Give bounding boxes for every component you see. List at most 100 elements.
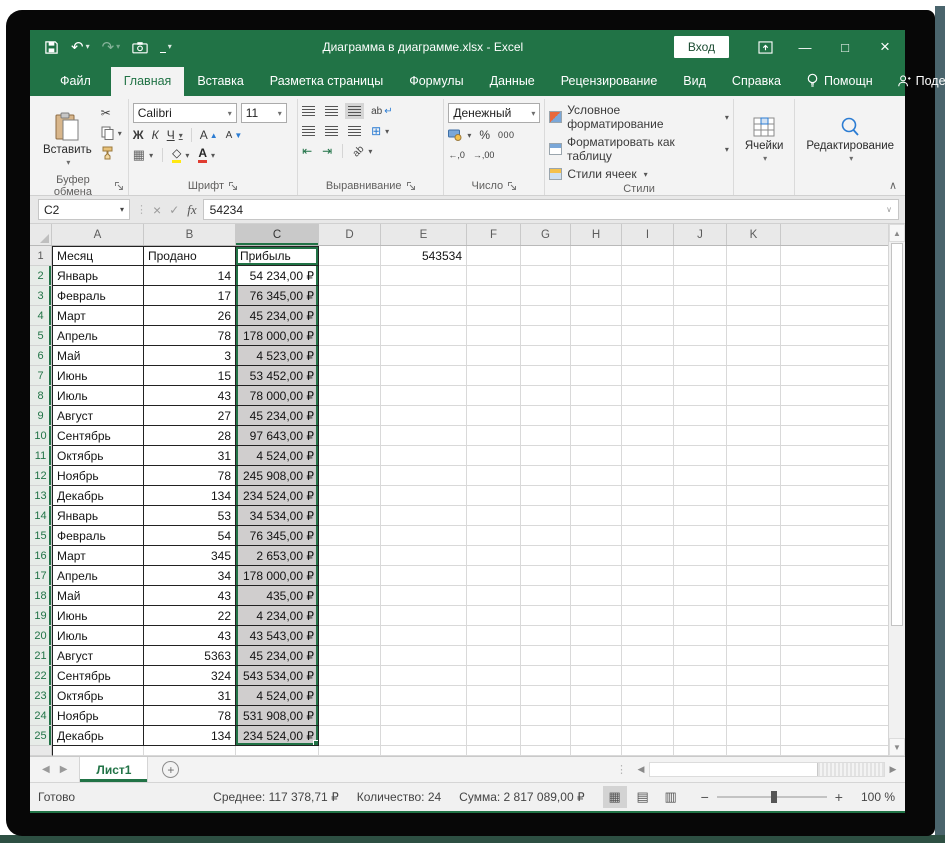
cell-D15[interactable] xyxy=(319,526,381,546)
cell-J3[interactable] xyxy=(674,286,727,306)
cell-E11[interactable] xyxy=(381,446,467,466)
merge-center-button[interactable]: ⊞ ▾ xyxy=(371,123,389,139)
cell-G24[interactable] xyxy=(521,706,571,726)
cell-F10[interactable] xyxy=(467,426,521,446)
row-header-12[interactable]: 12 xyxy=(30,466,52,486)
cell-styles-button[interactable]: Стили ячеек ▾ xyxy=(549,167,729,181)
cell-I1[interactable] xyxy=(622,246,674,266)
column-header-I[interactable]: I xyxy=(622,224,674,245)
cell-C7[interactable]: 53 452,00 ₽ xyxy=(236,366,319,386)
tab-Разметка страницы[interactable]: Разметка страницы xyxy=(257,67,396,96)
decrease-indent-button[interactable]: ⇤ xyxy=(302,143,312,159)
zoom-in-icon[interactable]: + xyxy=(835,789,843,805)
cell-C16[interactable]: 2 653,00 ₽ xyxy=(236,546,319,566)
cell-G11[interactable] xyxy=(521,446,571,466)
cell-A13[interactable]: Декабрь xyxy=(52,486,144,506)
cell-I22[interactable] xyxy=(622,666,674,686)
cell-K25[interactable] xyxy=(727,726,781,746)
cell-I25[interactable] xyxy=(622,726,674,746)
tab-Главная[interactable]: Главная xyxy=(110,67,185,96)
cell-E21[interactable] xyxy=(381,646,467,666)
cell-F20[interactable] xyxy=(467,626,521,646)
cell-A18[interactable]: Май xyxy=(52,586,144,606)
cell-G12[interactable] xyxy=(521,466,571,486)
tab-Рецензирование[interactable]: Рецензирование xyxy=(548,67,671,96)
cell-D14[interactable] xyxy=(319,506,381,526)
tab-Вставка[interactable]: Вставка xyxy=(184,67,256,96)
page-layout-view-icon[interactable]: ▤ xyxy=(631,786,655,808)
cell-A25[interactable]: Декабрь xyxy=(52,726,144,746)
cell-E5[interactable] xyxy=(381,326,467,346)
cell-H15[interactable] xyxy=(571,526,622,546)
row-header-4[interactable]: 4 xyxy=(30,306,52,326)
cell-A9[interactable]: Август xyxy=(52,406,144,426)
cell-B3[interactable]: 17 xyxy=(144,286,236,306)
cell-G20[interactable] xyxy=(521,626,571,646)
borders-button[interactable]: ▦ ▾ xyxy=(133,147,153,163)
cell-D21[interactable] xyxy=(319,646,381,666)
cell-H21[interactable] xyxy=(571,646,622,666)
column-header-H[interactable]: H xyxy=(571,224,622,245)
close-button[interactable]: × xyxy=(865,30,905,64)
cell-I10[interactable] xyxy=(622,426,674,446)
underline-dropdown-icon[interactable]: ▾ xyxy=(179,131,183,140)
cell-F18[interactable] xyxy=(467,586,521,606)
cell-K17[interactable] xyxy=(727,566,781,586)
redo-button[interactable]: ↷ ▾ xyxy=(102,40,121,55)
cell-K23[interactable] xyxy=(727,686,781,706)
number-format-combobox[interactable]: Денежный ▾ xyxy=(448,103,541,123)
cell-F13[interactable] xyxy=(467,486,521,506)
cell-J17[interactable] xyxy=(674,566,727,586)
cell-F24[interactable] xyxy=(467,706,521,726)
cell-E20[interactable] xyxy=(381,626,467,646)
cell-K6[interactable] xyxy=(727,346,781,366)
row-header-8[interactable]: 8 xyxy=(30,386,52,406)
cell-A2[interactable]: Январь xyxy=(52,266,144,286)
row-header-22[interactable]: 22 xyxy=(30,666,52,686)
increase-indent-button[interactable]: ⇥ xyxy=(322,143,332,159)
cell-H1[interactable] xyxy=(571,246,622,266)
row-header-6[interactable]: 6 xyxy=(30,346,52,366)
cell-K21[interactable] xyxy=(727,646,781,666)
row-header-partial[interactable] xyxy=(30,746,52,756)
tab-scroll-splitter[interactable]: ⋮ xyxy=(616,763,627,776)
prev-sheet-icon[interactable]: ◀ xyxy=(42,764,50,775)
next-sheet-icon[interactable]: ▶ xyxy=(60,764,68,775)
cell-H10[interactable] xyxy=(571,426,622,446)
cell-B14[interactable]: 53 xyxy=(144,506,236,526)
cell-E13[interactable] xyxy=(381,486,467,506)
cell-F4[interactable] xyxy=(467,306,521,326)
cell-I6[interactable] xyxy=(622,346,674,366)
sign-in-button[interactable]: Вход xyxy=(673,36,729,58)
cell-styles-dropdown-icon[interactable]: ▾ xyxy=(644,170,648,179)
horizontal-scrollbar[interactable]: ◀ ▶ xyxy=(633,757,901,782)
cell-E3[interactable] xyxy=(381,286,467,306)
cell-E17[interactable] xyxy=(381,566,467,586)
cell-J25[interactable] xyxy=(674,726,727,746)
row-header-25[interactable]: 25 xyxy=(30,726,52,746)
column-header-B[interactable]: B xyxy=(144,224,236,245)
undo-dropdown-icon[interactable]: ▾ xyxy=(86,43,90,51)
cell-H17[interactable] xyxy=(571,566,622,586)
camera-button[interactable] xyxy=(132,41,148,54)
select-all-corner[interactable] xyxy=(30,224,52,245)
cell-D8[interactable] xyxy=(319,386,381,406)
cell-J16[interactable] xyxy=(674,546,727,566)
align-center-button[interactable] xyxy=(325,123,339,139)
tab-helper[interactable]: Помощн xyxy=(794,66,885,96)
cell-D5[interactable] xyxy=(319,326,381,346)
decrease-decimal-button[interactable]: →,00 xyxy=(473,147,495,163)
cell-H3[interactable] xyxy=(571,286,622,306)
cell-K14[interactable] xyxy=(727,506,781,526)
format-as-table-button[interactable]: Форматировать как таблицу ▾ xyxy=(549,135,729,163)
cell-D4[interactable] xyxy=(319,306,381,326)
row-header-14[interactable]: 14 xyxy=(30,506,52,526)
row-header-16[interactable]: 16 xyxy=(30,546,52,566)
name-box[interactable]: C2 ▾ xyxy=(38,199,130,220)
cell-J21[interactable] xyxy=(674,646,727,666)
cell-G14[interactable] xyxy=(521,506,571,526)
cell-A21[interactable]: Август xyxy=(52,646,144,666)
formula-bar-expand-icon[interactable]: ∨ xyxy=(886,205,892,214)
cell-I2[interactable] xyxy=(622,266,674,286)
cell-J11[interactable] xyxy=(674,446,727,466)
